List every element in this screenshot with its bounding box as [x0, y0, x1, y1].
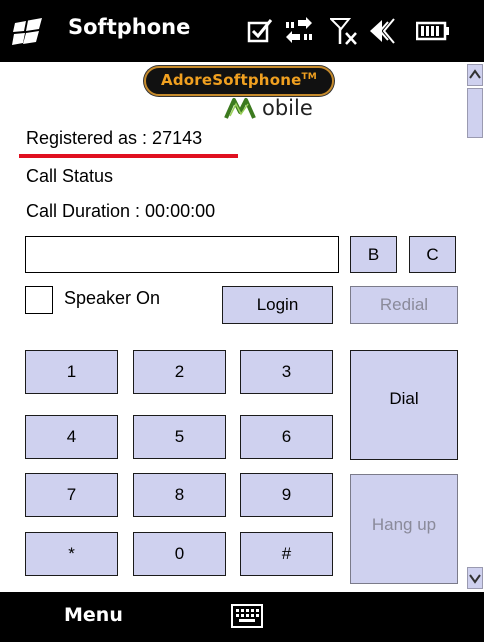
keypad-key-4[interactable]: 4 [25, 415, 118, 459]
adore-softphone-logo: AdoreSoftphoneTM obile [138, 66, 338, 122]
c-button[interactable]: C [409, 236, 456, 273]
menu-softkey[interactable]: Menu [64, 604, 123, 626]
logo-mobile-mark: obile [224, 94, 344, 122]
keypad-key-1[interactable]: 1 [25, 350, 118, 394]
call-status-label: Call Status [26, 166, 114, 186]
hang-up-button[interactable]: Hang up [350, 474, 458, 584]
windows-start-icon[interactable] [12, 17, 44, 47]
scrollbar-thumb[interactable] [467, 88, 483, 138]
keypad-key-9[interactable]: 9 [240, 473, 333, 517]
checkbox-notification-icon[interactable] [247, 16, 273, 46]
app-title: Softphone [68, 15, 191, 39]
annotation-underline [19, 154, 238, 158]
softphone-main-panel: AdoreSoftphoneTM obile Registered as : 2… [0, 62, 484, 592]
volume-icon[interactable] [368, 16, 398, 46]
battery-icon[interactable] [416, 16, 450, 46]
soft-key-bar: Menu [0, 592, 484, 642]
logo-pill: AdoreSoftphoneTM [144, 66, 334, 96]
phone-number-input[interactable] [25, 236, 339, 273]
title-bar: Softphone [0, 0, 484, 62]
logo-mobile-text: obile [262, 96, 313, 120]
scroll-down-arrow-icon[interactable] [467, 567, 483, 589]
speaker-on-label: Speaker On [64, 288, 161, 308]
keypad-key-5[interactable]: 5 [133, 415, 226, 459]
registered-as-label: Registered as : 27143 [26, 128, 203, 148]
keypad-key-7[interactable]: 7 [25, 473, 118, 517]
logo-text: AdoreSoftphoneTM [161, 71, 317, 89]
keypad-key-0[interactable]: 0 [133, 532, 226, 576]
keypad-key-hash[interactable]: # [240, 532, 333, 576]
keypad-key-8[interactable]: 8 [133, 473, 226, 517]
keypad-key-star[interactable]: * [25, 532, 118, 576]
scroll-up-arrow-icon[interactable] [467, 64, 483, 86]
keyboard-icon[interactable] [231, 604, 263, 628]
dial-button[interactable]: Dial [350, 350, 458, 460]
keypad-key-3[interactable]: 3 [240, 350, 333, 394]
b-button[interactable]: B [350, 236, 397, 273]
call-duration-label: Call Duration : 00:00:00 [26, 201, 216, 221]
redial-button[interactable]: Redial [350, 286, 458, 324]
logo-m-glyph-icon [224, 98, 256, 119]
login-button[interactable]: Login [222, 286, 333, 324]
keypad-key-6[interactable]: 6 [240, 415, 333, 459]
speaker-on-checkbox[interactable] [25, 286, 53, 314]
vertical-scrollbar[interactable] [466, 62, 484, 592]
keypad-key-2[interactable]: 2 [133, 350, 226, 394]
no-signal-icon[interactable] [330, 16, 358, 46]
data-connection-icon[interactable] [284, 16, 314, 46]
